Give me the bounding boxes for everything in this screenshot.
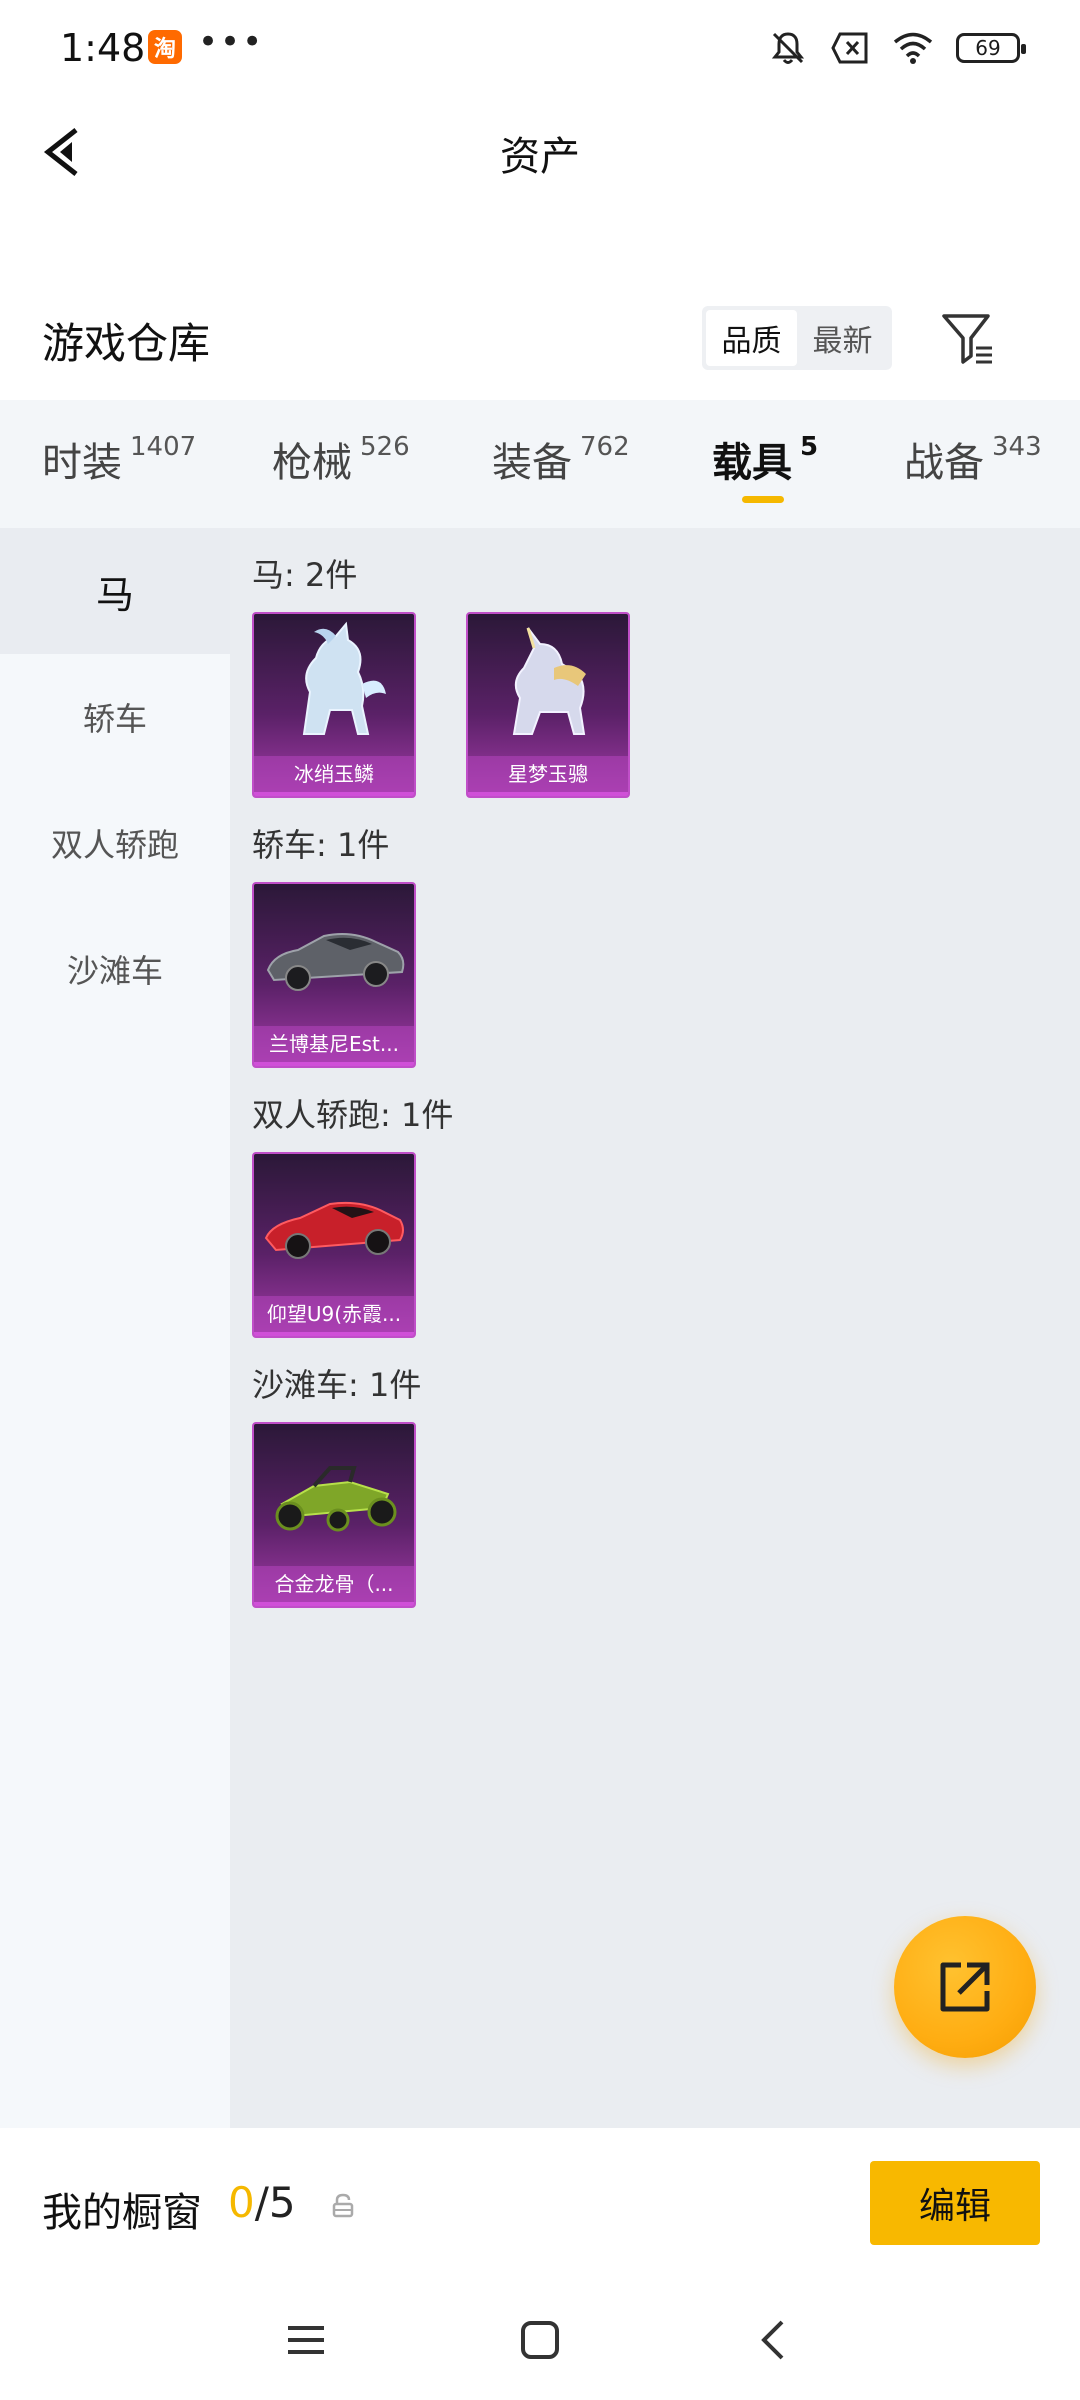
item-card[interactable]: 仰望U9(赤霞... <box>252 1152 416 1338</box>
tab-label: 装备 <box>492 440 572 486</box>
sort-toggle: 品质 最新 <box>702 306 892 370</box>
mute-icon <box>771 32 805 64</box>
home-icon[interactable] <box>510 2310 570 2370</box>
tab-combat-gear[interactable]: 战备 343 <box>904 430 1042 488</box>
sidebar-item-buggy[interactable]: 沙滩车 <box>0 906 230 1032</box>
tab-equipment[interactable]: 装备 762 <box>492 430 630 488</box>
tab-count: 343 <box>992 432 1042 462</box>
tab-count: 1407 <box>130 432 197 462</box>
taobao-app-icon: 淘 <box>148 30 182 64</box>
status-icons: 69 <box>768 28 1026 68</box>
page-title: 资产 <box>500 134 580 180</box>
status-bar: 1:48 淘 ••• 69 <box>0 0 1080 100</box>
tab-fashion[interactable]: 时装 1407 <box>42 430 196 488</box>
tab-label: 枪械 <box>272 440 352 486</box>
item-card[interactable]: 星梦玉骢 <box>466 612 630 798</box>
subcategory-sidebar: 马 轿车 双人轿跑 沙滩车 <box>0 528 230 2128</box>
tab-vehicles[interactable]: 载具 5 <box>712 430 818 488</box>
battery-icon: 69 <box>956 33 1026 63</box>
sort-quality-button[interactable]: 品质 <box>706 310 797 366</box>
section-title: 双人轿跑: 1件 <box>252 1096 454 1134</box>
item-card[interactable]: 冰绡玉鳞 <box>252 612 416 798</box>
tab-label: 时装 <box>42 440 122 486</box>
tab-count: 526 <box>360 432 410 462</box>
more-notifications-icon: ••• <box>198 22 265 62</box>
buggy-image <box>275 1466 397 1532</box>
warehouse-row: 游戏仓库 品质 最新 <box>0 290 1080 390</box>
section-title: 轿车: 1件 <box>252 826 390 864</box>
tab-label: 战备 <box>904 440 984 486</box>
item-name: 冰绡玉鳞 <box>254 756 414 792</box>
unicorn-image <box>512 627 586 735</box>
horse-image <box>302 621 386 735</box>
share-button[interactable] <box>894 1916 1036 2058</box>
status-time: 1:48 <box>60 26 146 70</box>
section-title: 马: 2件 <box>252 556 358 594</box>
item-name: 合金龙骨（... <box>254 1566 414 1602</box>
wifi-icon <box>893 32 933 64</box>
coupe-image <box>264 1201 404 1259</box>
showcase-bar: 我的橱窗 0/5 编辑 <box>0 2130 1080 2280</box>
share-external-icon <box>940 1962 990 2012</box>
showcase-used: 0 <box>228 2178 255 2227</box>
tab-count: 762 <box>580 432 630 462</box>
active-tab-indicator <box>742 496 784 503</box>
lock-icon <box>332 2193 354 2218</box>
sedan-image <box>266 933 405 991</box>
item-name: 星梦玉骢 <box>468 756 628 792</box>
item-name: 仰望U9(赤霞... <box>254 1296 414 1332</box>
item-card[interactable]: 合金龙骨（... <box>252 1422 416 1608</box>
header: 资产 <box>0 100 1080 210</box>
tab-count: 5 <box>800 432 819 462</box>
sidebar-item-coupe[interactable]: 双人轿跑 <box>0 780 230 906</box>
no-sim-icon <box>831 32 868 64</box>
menu-icon[interactable] <box>276 2310 336 2370</box>
item-name: 兰博基尼Est... <box>254 1026 414 1062</box>
warehouse-title: 游戏仓库 <box>42 319 211 368</box>
back-nav-icon[interactable] <box>744 2310 804 2370</box>
sort-newest-button[interactable]: 最新 <box>797 310 888 366</box>
tab-guns[interactable]: 枪械 526 <box>272 430 410 488</box>
sidebar-item-sedan[interactable]: 轿车 <box>0 654 230 780</box>
content-area: 马 轿车 双人轿跑 沙滩车 马: 2件 冰绡玉鳞 星梦玉骢 轿车: 1件 兰博基… <box>0 528 1080 2128</box>
tab-label: 载具 <box>712 440 792 486</box>
item-card[interactable]: 兰博基尼Est... <box>252 882 416 1068</box>
edit-button[interactable]: 编辑 <box>870 2161 1040 2245</box>
showcase-total: /5 <box>254 2178 296 2227</box>
showcase-title: 我的橱窗 <box>42 2190 202 2236</box>
sidebar-item-horse[interactable]: 马 <box>0 528 230 654</box>
filter-icon[interactable] <box>938 308 998 368</box>
section-title: 沙滩车: 1件 <box>252 1366 422 1404</box>
item-list: 马: 2件 冰绡玉鳞 星梦玉骢 轿车: 1件 兰博基尼Est... 双人轿跑: … <box>230 528 1080 2128</box>
system-nav-bar <box>0 2280 1080 2400</box>
category-tabs: 时装 1407 枪械 526 装备 762 载具 5 战备 343 <box>0 400 1080 528</box>
showcase-count: 0/5 <box>228 2178 296 2227</box>
